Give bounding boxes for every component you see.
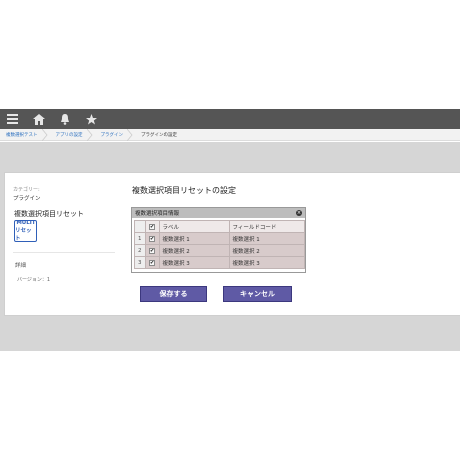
breadcrumb-app[interactable]: 複数選択テスト <box>0 128 52 141</box>
bell-icon[interactable] <box>56 110 74 128</box>
table-row: 1 ✔ 複数選択 1 複数選択 1 <box>134 232 305 245</box>
breadcrumb-label: 複数選択テスト <box>6 132 38 138</box>
home-icon[interactable] <box>30 110 48 128</box>
box-title: 複数選択項目情報 <box>135 211 180 217</box>
row-number: 1 <box>134 232 146 245</box>
row-number-header <box>134 220 146 233</box>
label-header: ラベル <box>158 220 230 233</box>
box-header: 複数選択項目情報 × <box>132 208 305 218</box>
plugin-name: 複数選択項目リセット <box>14 210 84 218</box>
row-number: 2 <box>134 244 146 257</box>
row-number: 3 <box>134 256 146 269</box>
star-icon[interactable] <box>82 110 100 128</box>
plugin-settings-page: 複数選択テスト アプリの設定 プラグイン プラグインの設定 カテゴリー: プラグ… <box>0 0 460 460</box>
top-toolbar <box>0 109 460 129</box>
row-checkbox-cell: ✔ <box>144 244 160 257</box>
table-row: 3 ✔ 複数選択 3 複数選択 3 <box>134 256 305 269</box>
breadcrumb-separator <box>127 128 133 141</box>
fields-table: ✔ ラベル フィールドコード 1 ✔ 複数選択 1 複数選択 1 2 ✔ 複数選… <box>134 220 305 269</box>
save-button[interactable]: 保存する <box>140 286 207 302</box>
plugin-icon: MULTI リセット <box>14 220 37 242</box>
close-icon[interactable]: × <box>296 210 302 216</box>
breadcrumb-separator <box>41 128 48 141</box>
table-row: 2 ✔ 複数選択 2 複数選択 2 <box>134 244 305 257</box>
divider <box>13 252 115 253</box>
details-link[interactable]: 詳細 <box>15 261 26 269</box>
breadcrumb-label: プラグイン <box>100 132 124 138</box>
breadcrumb-label: プラグインの設定 <box>141 132 177 138</box>
row-field-code: 複数選択 2 <box>228 244 305 257</box>
category-label: カテゴリー: <box>13 187 40 193</box>
breadcrumb-app-settings[interactable]: アプリの設定 <box>52 128 97 141</box>
row-field-code: 複数選択 3 <box>228 256 305 269</box>
cancel-button[interactable]: キャンセル <box>223 286 292 302</box>
row-checkbox-cell: ✔ <box>144 232 160 245</box>
select-all-checkbox[interactable]: ✔ <box>149 223 155 230</box>
breadcrumb-separator <box>86 128 93 141</box>
breadcrumb-label: アプリの設定 <box>55 132 83 138</box>
menu-icon[interactable] <box>3 110 21 128</box>
breadcrumb-plugins[interactable]: プラグイン <box>97 128 138 141</box>
row-label: 複数選択 3 <box>158 256 230 269</box>
row-checkbox[interactable]: ✔ <box>149 259 155 266</box>
breadcrumb-plugin-settings: プラグインの設定 <box>137 129 181 141</box>
row-label: 複数選択 2 <box>158 244 230 257</box>
version-text: バージョン：1 <box>17 277 51 283</box>
breadcrumb: 複数選択テスト アプリの設定 プラグイン プラグインの設定 <box>0 128 460 141</box>
row-label: 複数選択 1 <box>158 232 230 245</box>
multi-select-info-box: 複数選択項目情報 × ✔ ラベル フィールドコード 1 ✔ 複数選択 1 複数選… <box>131 207 306 273</box>
plugin-badge-line1: MULTI <box>16 220 35 226</box>
page-title: 複数選択項目リセットの設定 <box>132 186 236 195</box>
field-code-header: フィールドコード <box>228 220 305 233</box>
table-header-row: ✔ ラベル フィールドコード <box>134 220 305 233</box>
select-all-header: ✔ <box>144 220 160 233</box>
row-checkbox-cell: ✔ <box>144 256 160 269</box>
row-field-code: 複数選択 1 <box>228 232 305 245</box>
row-checkbox[interactable]: ✔ <box>149 235 155 242</box>
row-checkbox[interactable]: ✔ <box>149 247 155 254</box>
category-value: プラグイン <box>13 196 41 202</box>
plugin-badge-line2: リセット <box>15 228 32 242</box>
